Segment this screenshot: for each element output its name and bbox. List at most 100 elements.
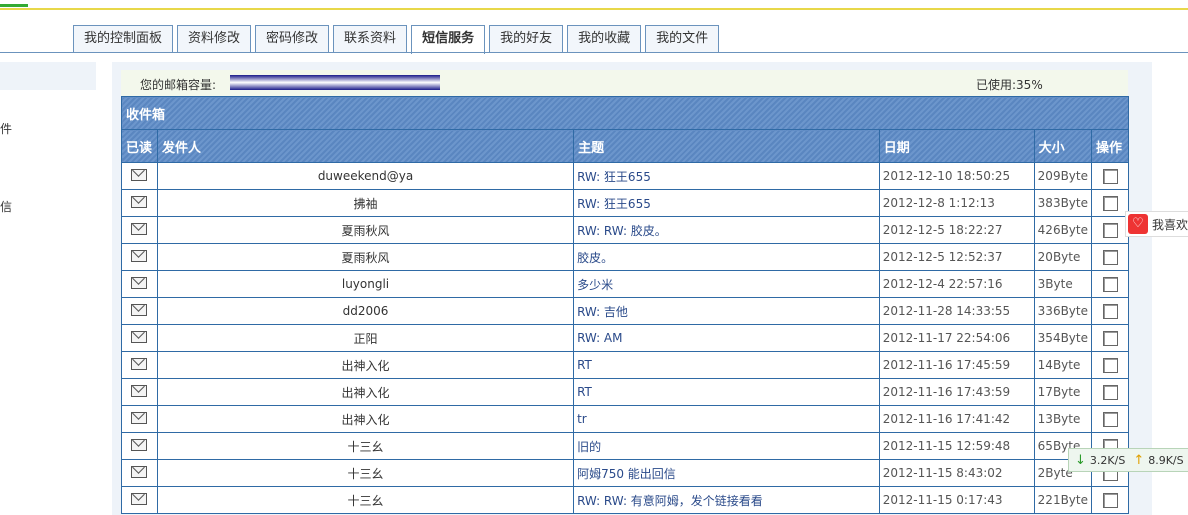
table-row[interactable]: 出神入化 tr 2012-11-16 17:41:42 13Byte [121,405,1129,433]
subject-link[interactable]: 阿姆750 能出回信 [573,459,880,487]
select-checkbox-cell [1091,189,1129,217]
sender-cell[interactable]: 夏雨秋风 [156,216,575,244]
sender-cell[interactable]: 十三幺 [156,486,575,514]
date-cell: 2012-11-17 22:54:06 [878,324,1035,352]
select-checkbox[interactable] [1102,492,1118,508]
table-row[interactable]: 出神入化 RT 2012-11-16 17:43:59 17Byte [121,378,1129,406]
download-arrow-icon: ↓ [1075,452,1086,468]
tab-my-friends[interactable]: 我的好友 [489,25,564,52]
subject-link[interactable]: RW: RW: 有意阿姆，发个链接看看 [573,486,880,514]
select-checkbox[interactable] [1102,222,1118,238]
size-cell: 426Byte [1033,216,1093,244]
subject-link[interactable]: RT [573,378,880,406]
sender-cell[interactable]: duweekend@ya [156,162,575,190]
select-checkbox-cell [1091,405,1129,433]
progress-indicator [0,4,28,7]
top-bar [0,0,1188,10]
select-checkbox[interactable] [1102,168,1118,184]
select-checkbox-cell [1091,486,1129,514]
date-cell: 2012-11-16 17:43:59 [878,378,1035,406]
subject-link[interactable]: 多少米 [573,270,880,298]
column-header-op: 操作 [1091,129,1129,163]
sender-cell[interactable]: 出神入化 [156,378,575,406]
sender-cell[interactable]: 拂袖 [156,189,575,217]
select-checkbox-cell [1091,162,1129,190]
subject-link[interactable]: 旧的 [573,432,880,460]
sender-cell[interactable]: 夏雨秋风 [156,243,575,271]
sender-cell[interactable]: 十三幺 [156,432,575,460]
size-cell: 13Byte [1033,405,1093,433]
read-status-cell [121,459,158,487]
date-cell: 2012-12-8 1:12:13 [878,189,1035,217]
read-status-cell [121,270,158,298]
subject-link[interactable]: RT [573,351,880,379]
table-row[interactable]: 十三幺 阿姆750 能出回信 2012-11-15 8:43:02 2Byte [121,459,1129,487]
envelope-icon [131,222,148,235]
network-speed-widget: ↓ 3.2K/S ↑ 8.9K/S [1068,448,1188,472]
select-checkbox[interactable] [1102,357,1118,373]
date-cell: 2012-11-16 17:41:42 [878,405,1035,433]
select-checkbox[interactable] [1102,303,1118,319]
subject-link[interactable]: 胶皮。 [573,243,880,271]
select-checkbox[interactable] [1102,330,1118,346]
sender-cell[interactable]: 出神入化 [156,351,575,379]
size-cell: 221Byte [1033,486,1093,514]
mailbox-quota: 您的邮箱容量: 已使用:35% [121,70,1128,96]
table-row[interactable]: 十三幺 RW: RW: 有意阿姆，发个链接看看 2012-11-15 0:17:43… [121,486,1129,514]
heart-icon: ♡ [1128,214,1148,234]
like-widget[interactable]: ♡ 我喜欢 [1125,211,1188,237]
select-checkbox-cell [1091,297,1129,325]
select-checkbox[interactable] [1102,411,1118,427]
table-row[interactable]: luyongli 多少米 2012-12-4 22:57:16 3Byte [121,270,1129,298]
read-status-cell [121,405,158,433]
table-row[interactable]: 夏雨秋风 胶皮。 2012-12-5 12:52:37 20Byte [121,243,1129,271]
subject-link[interactable]: RW: 狂王655 [573,189,880,217]
subject-link[interactable]: RW: AM [573,324,880,352]
size-cell: 3Byte [1033,270,1093,298]
subject-link[interactable]: RW: 狂王655 [573,162,880,190]
table-row[interactable]: duweekend@ya RW: 狂王655 2012-12-10 18:50:25… [121,162,1129,190]
subject-link[interactable]: tr [573,405,880,433]
upload-arrow-icon: ↑ [1133,452,1145,468]
column-header-date: 日期 [878,129,1035,163]
date-cell: 2012-11-15 0:17:43 [878,486,1035,514]
sender-cell[interactable]: dd2006 [156,297,575,325]
read-status-cell [121,324,158,352]
envelope-icon [131,195,148,208]
tab-control-panel[interactable]: 我的控制面板 [73,25,174,52]
top-divider [0,8,1188,10]
read-status-cell [121,162,158,190]
column-header-subject: 主题 [573,129,880,163]
sender-cell[interactable]: 正阳 [156,324,575,352]
subject-link[interactable]: RW: RW: 胶皮。 [573,216,880,244]
tab-my-files[interactable]: 我的文件 [645,25,720,52]
table-row[interactable]: 夏雨秋风 RW: RW: 胶皮。 2012-12-5 18:22:27 426Byte [121,216,1129,244]
sidebar-item-label[interactable]: 信 [0,198,12,215]
sender-cell[interactable]: 出神入化 [156,405,575,433]
date-cell: 2012-11-28 14:33:55 [878,297,1035,325]
read-status-cell [121,378,158,406]
tab-sms-service[interactable]: 短信服务 [411,25,486,54]
select-checkbox-cell [1091,378,1129,406]
table-row[interactable]: 正阳 RW: AM 2012-11-17 22:54:06 354Byte [121,324,1129,352]
sender-cell[interactable]: 十三幺 [156,459,575,487]
tab-my-favorites[interactable]: 我的收藏 [567,25,642,52]
select-checkbox[interactable] [1102,384,1118,400]
select-checkbox[interactable] [1102,249,1118,265]
select-checkbox[interactable] [1102,195,1118,211]
subject-link[interactable]: RW: 吉他 [573,297,880,325]
table-row[interactable]: dd2006 RW: 吉他 2012-11-28 14:33:55 336Byte [121,297,1129,325]
table-row[interactable]: 十三幺 旧的 2012-11-15 12:59:48 65Byte [121,432,1129,460]
select-checkbox[interactable] [1102,276,1118,292]
date-cell: 2012-11-16 17:45:59 [878,351,1035,379]
table-row[interactable]: 出神入化 RT 2012-11-16 17:45:59 14Byte [121,351,1129,379]
tab-profile-edit[interactable]: 资料修改 [177,25,252,52]
sender-cell[interactable]: luyongli [156,270,575,298]
tab-contact-info[interactable]: 联系资料 [333,25,408,52]
column-header-size: 大小 [1033,129,1093,163]
read-status-cell [121,297,158,325]
tab-password-edit[interactable]: 密码修改 [255,25,330,52]
sidebar-item-label[interactable]: 件 [0,120,12,137]
table-row[interactable]: 拂袖 RW: 狂王655 2012-12-8 1:12:13 383Byte [121,189,1129,217]
date-cell: 2012-12-10 18:50:25 [878,162,1035,190]
